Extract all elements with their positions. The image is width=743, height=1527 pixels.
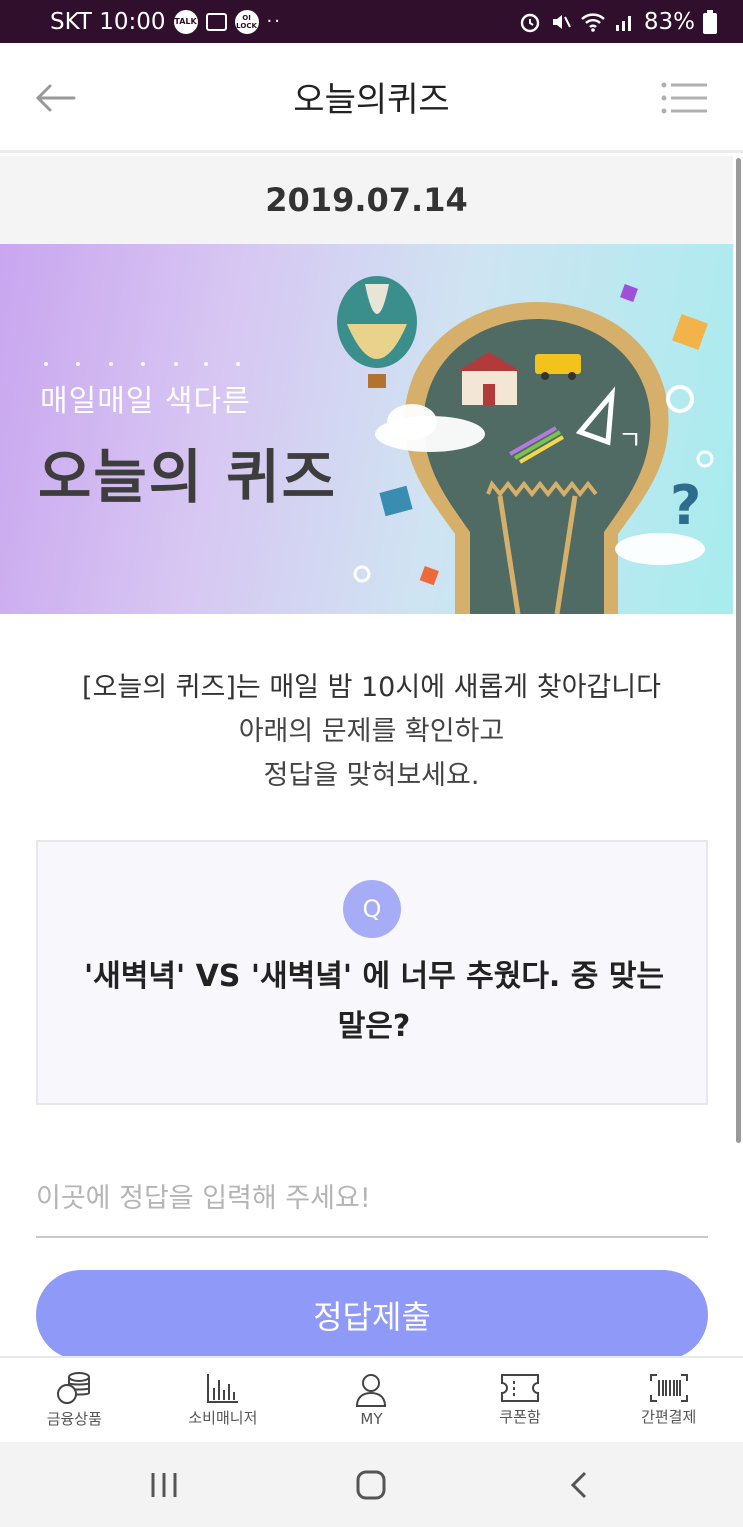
battery-percent: 83%: [643, 8, 695, 35]
signal-icon: [615, 15, 631, 31]
page-title: 오늘의퀴즈: [293, 80, 450, 120]
home-button[interactable]: [341, 1455, 401, 1515]
intro-line-1: [오늘의 퀴즈]는 매일 밤 10시에 새롭게 찾아갑니다: [82, 672, 661, 703]
coins-icon: [57, 1372, 91, 1404]
status-bar: SKT 10:00 TALK OI LOCK ·· 83%: [0, 0, 743, 43]
nav-label: 간편결제: [641, 1408, 697, 1426]
more-notifications: ··: [266, 11, 282, 32]
nav-item-my[interactable]: MY: [306, 1360, 436, 1440]
arrow-left-icon: [35, 84, 76, 112]
recent-apps-button[interactable]: [134, 1455, 194, 1515]
banner-title: 오늘의 퀴즈: [38, 443, 337, 511]
barcode-icon: [649, 1374, 688, 1402]
nav-item-easy-pay[interactable]: 간편결제: [604, 1360, 734, 1440]
ticket-icon: [501, 1374, 540, 1402]
back-icon: [571, 1471, 587, 1498]
mute-icon: [552, 14, 571, 29]
kakaotalk-icon: TALK: [173, 9, 198, 34]
banner-subtitle: 매일매일 색다른: [40, 384, 251, 419]
bar-chart-icon: [206, 1374, 238, 1403]
nav-label: 금융상품: [46, 1410, 102, 1428]
nav-label: 소비매니저: [188, 1409, 258, 1427]
intro-line-2: 아래의 문제를 확인하고: [238, 716, 505, 747]
svg-text:ㄱ: ㄱ: [618, 426, 642, 456]
answer-input[interactable]: [36, 1160, 708, 1238]
person-icon: [356, 1373, 387, 1407]
nav-item-financial-products[interactable]: 금융상품: [9, 1360, 139, 1440]
quiz-date: 2019.07.14: [265, 181, 468, 219]
submit-answer-button[interactable]: 정답제출: [36, 1270, 708, 1360]
nav-item-spending-manager[interactable]: 소비매니저: [158, 1360, 288, 1440]
nav-label: 쿠폰함: [499, 1408, 541, 1426]
question-text: '새벽녁' VS '새벽녘' 에 너무 추웠다. 중 맞는 말은?: [83, 959, 665, 1044]
battery-icon: [703, 9, 717, 34]
home-icon: [356, 1470, 386, 1499]
wifi-icon: [581, 12, 605, 32]
back-button[interactable]: [30, 73, 80, 123]
banner-illustration: ? ㄱ: [44, 276, 714, 614]
recent-apps-icon: [151, 1472, 177, 1497]
intro-line-3: 정답을 맞혀보세요.: [263, 760, 480, 791]
alarm-icon: [520, 13, 540, 32]
bottom-nav: 금융상품 소비매니저 MY 쿠폰함 간편결제: [0, 1356, 743, 1442]
date-bar: 2019.07.14: [0, 156, 733, 244]
app-bar: 오늘의퀴즈: [0, 43, 743, 153]
system-back-button[interactable]: [549, 1455, 609, 1515]
intro-text: [오늘의 퀴즈]는 매일 밤 10시에 새롭게 찾아갑니다 아래의 문제를 확인…: [0, 666, 743, 798]
lock-icon: OI LOCK: [234, 9, 259, 34]
question-badge: Q: [343, 880, 401, 938]
nav-item-coupons[interactable]: 쿠폰함: [455, 1360, 585, 1440]
svg-text:?: ?: [670, 474, 701, 537]
menu-icon: [661, 82, 707, 114]
scrollbar[interactable]: [736, 158, 741, 1143]
system-nav-bar: [0, 1442, 743, 1527]
carrier-time: SKT 10:00: [50, 8, 166, 35]
quiz-banner: ? ㄱ 매일매일 색다른 오늘의 퀴즈: [0, 244, 733, 614]
question-card: Q '새벽녁' VS '새벽녘' 에 너무 추웠다. 중 맞는 말은?: [36, 840, 708, 1105]
image-icon: [205, 12, 227, 31]
menu-button[interactable]: [657, 73, 713, 123]
nav-label: MY: [360, 1409, 383, 1428]
